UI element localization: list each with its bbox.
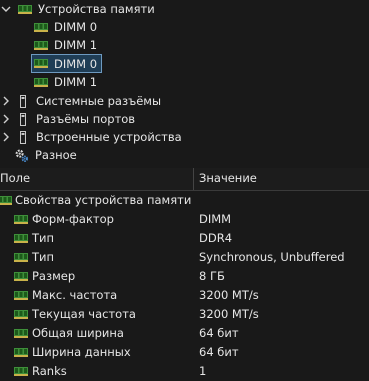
property-value: 3200 MT/s (199, 307, 259, 321)
memory-module-icon (34, 59, 48, 68)
property-value: DIMM (199, 212, 232, 226)
property-value: DDR4 (199, 231, 233, 245)
property-row[interactable]: Ширина данных 64 бит (0, 343, 369, 362)
column-field-header[interactable]: Поле (0, 171, 30, 185)
property-value: 8 ГБ (199, 269, 225, 283)
tree-label: DIMM 0 (54, 20, 98, 34)
tree-node-dimm-selected[interactable]: DIMM 0 (30, 54, 103, 73)
property-value: 3200 MT/s (199, 288, 259, 302)
memory-module-icon (14, 234, 28, 243)
collapsed-arrow-icon[interactable] (0, 128, 12, 146)
property-group[interactable]: Свойства устройства памяти (0, 191, 369, 210)
tree-node-port-connectors[interactable]: Разъёмы портов (0, 110, 135, 128)
memory-module-icon (14, 291, 28, 300)
tree-label: DIMM 1 (54, 38, 98, 52)
slot-icon (20, 94, 26, 108)
memory-module-icon (14, 272, 28, 281)
column-header: Поле Значение (0, 168, 369, 191)
property-name: Ranks (32, 364, 67, 378)
gears-icon (15, 149, 28, 162)
property-value: 1 (199, 364, 207, 378)
memory-module-icon (34, 40, 48, 50)
property-name: Тип (32, 250, 55, 264)
memory-module-icon (34, 22, 48, 32)
tree-label: Устройства памяти (38, 2, 155, 16)
memory-module-icon (14, 215, 28, 224)
memory-module-icon (0, 196, 12, 205)
memory-module-icon (18, 4, 32, 14)
tree-label: Разъёмы портов (36, 112, 136, 126)
memory-window: Устройства памяти DIMM 0 DIMM 1 DIMM 0 D… (0, 0, 369, 381)
property-row[interactable]: Тип DDR4 (0, 229, 369, 248)
device-icon (20, 130, 26, 144)
property-name: Ширина данных (32, 345, 131, 359)
memory-module-icon (14, 348, 28, 357)
tree-node-onboard-devices[interactable]: Встроенные устройства (0, 128, 182, 146)
memory-module-icon (14, 329, 28, 338)
property-name: Макс. частота (32, 288, 118, 302)
memory-module-icon (34, 77, 48, 87)
property-row[interactable]: Общая ширина 64 бит (0, 324, 369, 343)
column-value-header[interactable]: Значение (199, 171, 257, 185)
property-row[interactable]: Размер 8 ГБ (0, 267, 369, 286)
collapsed-arrow-icon[interactable] (0, 110, 12, 128)
tree-label: DIMM 0 (54, 56, 98, 71)
property-list: Свойства устройства памяти Форм-фактор D… (0, 191, 369, 381)
tree-label: Разное (35, 148, 77, 162)
property-row[interactable]: Тип Synchronous, Unbuffered (0, 248, 369, 267)
property-name: Тип (32, 231, 55, 245)
tree-label: Системные разъёмы (36, 94, 162, 108)
property-row[interactable]: Ranks 1 (0, 362, 369, 381)
property-row[interactable]: Текущая частота 3200 MT/s (0, 305, 369, 324)
memory-module-icon (14, 253, 28, 262)
expanded-arrow-icon[interactable] (0, 0, 12, 18)
property-name: Общая ширина (32, 326, 124, 340)
property-group-label: Свойства устройства памяти (15, 193, 192, 207)
port-icon (20, 112, 26, 126)
property-value: 64 бит (199, 345, 239, 359)
device-tree: Устройства памяти DIMM 0 DIMM 1 DIMM 0 D… (0, 0, 369, 164)
property-row[interactable]: Форм-фактор DIMM (0, 210, 369, 229)
tree-node-dimm[interactable]: DIMM 1 (34, 73, 97, 91)
tree-node-memory-devices[interactable]: Устройства памяти (0, 0, 155, 18)
tree-node-system-slots[interactable]: Системные разъёмы (0, 92, 161, 110)
memory-module-icon (14, 367, 28, 376)
property-row[interactable]: Макс. частота 3200 MT/s (0, 286, 369, 305)
collapsed-arrow-icon[interactable] (0, 92, 12, 110)
column-resize-handle[interactable] (193, 168, 194, 190)
property-name: Текущая частота (32, 307, 136, 321)
memory-module-icon (14, 310, 28, 319)
tree-node-misc[interactable]: Разное (14, 146, 77, 164)
property-name: Размер (32, 269, 76, 283)
property-value: Synchronous, Unbuffered (199, 250, 345, 264)
property-name: Форм-фактор (32, 212, 114, 226)
tree-node-dimm[interactable]: DIMM 0 (34, 18, 97, 36)
tree-node-dimm[interactable]: DIMM 1 (34, 36, 97, 54)
property-value: 64 бит (199, 326, 239, 340)
tree-label: Встроенные устройства (36, 130, 182, 144)
tree-label: DIMM 1 (54, 75, 98, 89)
